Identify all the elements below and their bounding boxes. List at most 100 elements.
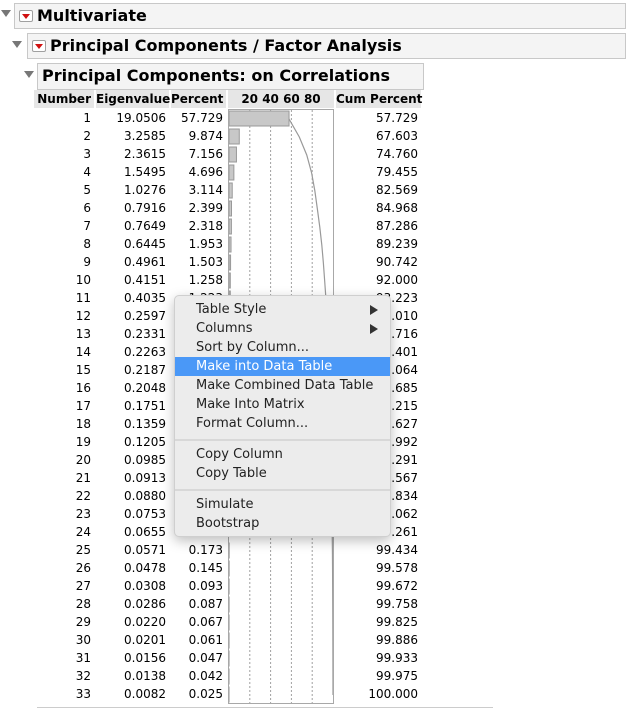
red-triangle-menu-icon[interactable] xyxy=(19,10,33,22)
cell-cum-percent: 99.933 xyxy=(376,651,418,665)
menu-item-label: Copy Table xyxy=(196,466,267,481)
header-number: Number xyxy=(34,90,94,108)
cell-cum-percent: 84.968 xyxy=(376,201,418,215)
bottom-divider xyxy=(37,707,493,708)
cell-percent: 57.729 xyxy=(181,111,223,125)
multivariate-outline-header[interactable]: Multivariate xyxy=(14,3,626,29)
cell-number: 4 xyxy=(83,165,91,179)
outline-title: Principal Components: on Correlations xyxy=(42,66,391,85)
menu-separator xyxy=(175,439,390,441)
cell-number: 31 xyxy=(75,651,91,665)
cell-eigenvalue: 0.0753 xyxy=(124,507,166,521)
header-cum-percent: Cum Percent xyxy=(336,90,423,108)
disclosure-triangle-icon[interactable] xyxy=(24,71,34,78)
outline-title: Multivariate xyxy=(37,6,147,25)
menu-item-columns[interactable]: Columns xyxy=(175,319,390,338)
menu-item-make-combined-data-table[interactable]: Make Combined Data Table xyxy=(175,376,390,395)
menu-item-copy-column[interactable]: Copy Column xyxy=(175,445,390,464)
menu-item-label: Make Into Matrix xyxy=(196,397,305,412)
cell-number: 14 xyxy=(75,345,91,359)
cell-percent: 9.874 xyxy=(188,129,223,143)
menu-item-label: Columns xyxy=(196,321,253,336)
percent-bar xyxy=(229,146,237,163)
menu-item-table-style[interactable]: Table Style xyxy=(175,300,390,319)
cell-percent: 2.399 xyxy=(188,201,223,215)
cell-number: 26 xyxy=(75,561,91,575)
header-eigenvalue: Eigenvalue xyxy=(96,90,171,108)
menu-item-make-into-matrix[interactable]: Make Into Matrix xyxy=(175,395,390,414)
menu-item-format-column[interactable]: Format Column... xyxy=(175,414,390,433)
cell-cum-percent: 82.569 xyxy=(376,183,418,197)
red-triangle-menu-icon[interactable] xyxy=(32,40,46,52)
pca-outline-header[interactable]: Principal Components / Factor Analysis xyxy=(27,33,626,59)
menu-item-label: Format Column... xyxy=(196,416,309,431)
cell-number: 33 xyxy=(75,687,91,701)
menu-item-make-into-data-table[interactable]: Make into Data Table xyxy=(175,357,390,376)
cell-cum-percent: 74.760 xyxy=(376,147,418,161)
header-percent: Percent xyxy=(171,90,226,108)
cell-percent: 0.145 xyxy=(188,561,223,575)
percent-bar xyxy=(229,236,232,253)
cell-cum-percent: 57.729 xyxy=(376,111,418,125)
submenu-arrow-icon xyxy=(370,305,378,315)
cell-number: 3 xyxy=(83,147,91,161)
menu-item-sort-by-column[interactable]: Sort by Column... xyxy=(175,338,390,357)
percent-bar xyxy=(229,164,235,181)
cell-cum-percent: 100.000 xyxy=(368,687,418,701)
cell-number: 22 xyxy=(75,489,91,503)
cell-percent: 4.696 xyxy=(188,165,223,179)
cell-cum-percent: 92.000 xyxy=(376,273,418,287)
menu-item-label: Make into Data Table xyxy=(196,359,333,374)
cell-eigenvalue: 0.2597 xyxy=(124,309,166,323)
cell-eigenvalue: 0.2048 xyxy=(124,381,166,395)
cell-number: 17 xyxy=(75,399,91,413)
disclosure-triangle-icon[interactable] xyxy=(1,10,11,17)
menu-item-label: Make Combined Data Table xyxy=(196,378,374,393)
submenu-arrow-icon xyxy=(370,324,378,334)
cell-number: 5 xyxy=(83,183,91,197)
correlations-outline-header[interactable]: Principal Components: on Correlations xyxy=(37,63,424,90)
cell-percent: 1.953 xyxy=(188,237,223,251)
cell-eigenvalue: 0.0985 xyxy=(124,453,166,467)
cell-cum-percent: 99.672 xyxy=(376,579,418,593)
cell-percent: 0.173 xyxy=(188,543,223,557)
cell-cum-percent: 99.758 xyxy=(376,597,418,611)
menu-item-bootstrap[interactable]: Bootstrap xyxy=(175,514,390,533)
cell-cum-percent: 87.286 xyxy=(376,219,418,233)
header-chart-scale: 20 40 60 80 xyxy=(228,90,334,108)
cell-percent: 1.258 xyxy=(188,273,223,287)
percent-bar xyxy=(229,200,232,217)
menu-item-label: Table Style xyxy=(196,302,267,317)
percent-bar xyxy=(229,272,231,289)
cell-eigenvalue: 0.0880 xyxy=(124,489,166,503)
cell-eigenvalue: 0.1359 xyxy=(124,417,166,431)
cell-number: 15 xyxy=(75,363,91,377)
menu-item-label: Copy Column xyxy=(196,447,283,462)
cell-number: 28 xyxy=(75,597,91,611)
cell-eigenvalue: 0.2187 xyxy=(124,363,166,377)
percent-bar xyxy=(229,128,240,145)
context-menu: Table Style Columns Sort by Column... Make … xyxy=(174,295,391,537)
menu-item-copy-table[interactable]: Copy Table xyxy=(175,464,390,483)
cell-number: 23 xyxy=(75,507,91,521)
cell-eigenvalue: 0.1205 xyxy=(124,435,166,449)
cell-number: 27 xyxy=(75,579,91,593)
cell-number: 7 xyxy=(83,219,91,233)
percent-bar xyxy=(229,218,232,235)
cell-percent: 1.503 xyxy=(188,255,223,269)
cell-number: 25 xyxy=(75,543,91,557)
cell-cum-percent: 90.742 xyxy=(376,255,418,269)
disclosure-triangle-icon[interactable] xyxy=(12,41,22,48)
cell-percent: 0.067 xyxy=(188,615,223,629)
percent-bar xyxy=(229,254,232,271)
cell-number: 13 xyxy=(75,327,91,341)
cell-percent: 3.114 xyxy=(188,183,223,197)
menu-item-simulate[interactable]: Simulate xyxy=(175,495,390,514)
outline-title: Principal Components / Factor Analysis xyxy=(50,36,402,55)
cell-eigenvalue: 0.2263 xyxy=(124,345,166,359)
cell-percent: 0.087 xyxy=(188,597,223,611)
cell-percent: 0.093 xyxy=(188,579,223,593)
cell-number: 24 xyxy=(75,525,91,539)
cell-number: 10 xyxy=(75,273,91,287)
percent-bar xyxy=(229,182,233,199)
